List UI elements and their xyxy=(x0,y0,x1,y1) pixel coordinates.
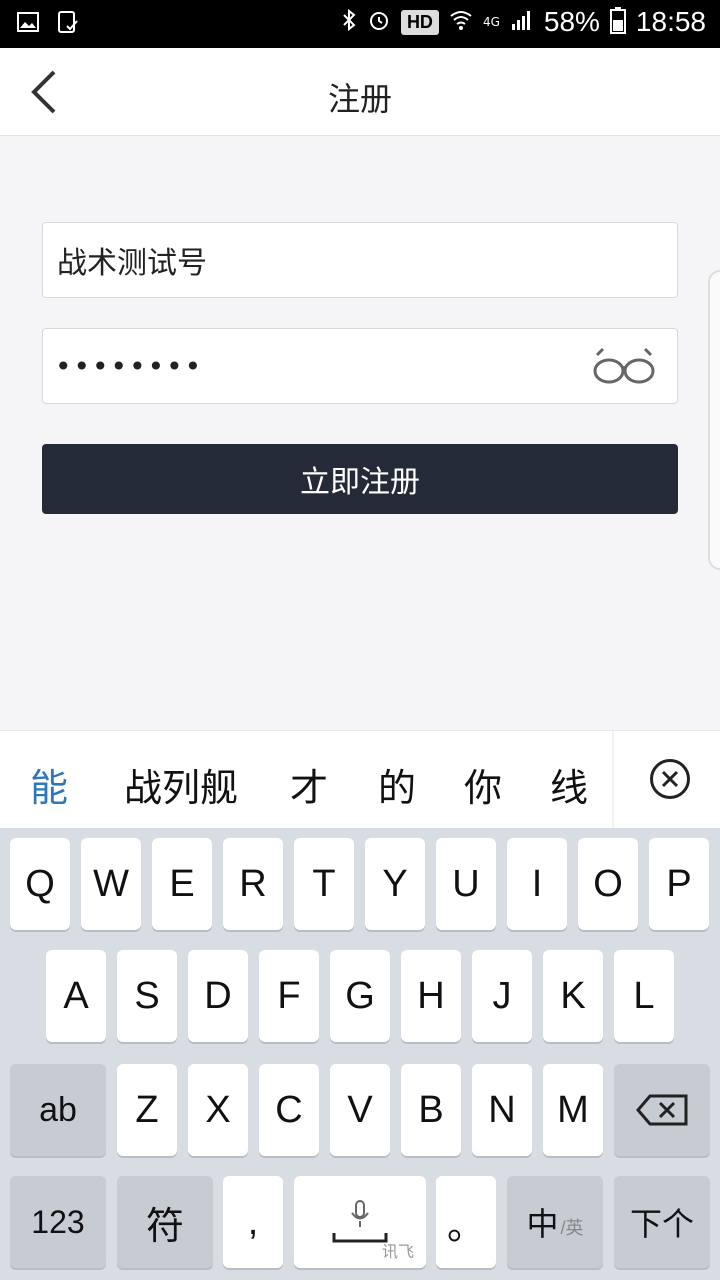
side-scroll-handle[interactable] xyxy=(708,270,720,570)
key-a[interactable]: A xyxy=(46,950,106,1042)
key-s[interactable]: S xyxy=(117,950,177,1042)
show-password-icon[interactable] xyxy=(589,343,659,389)
wifi-icon xyxy=(449,8,473,36)
candidate-item[interactable]: 线 xyxy=(550,757,610,812)
key-t[interactable]: T xyxy=(294,838,354,930)
backspace-icon xyxy=(636,1094,688,1126)
key-period[interactable]: 。 xyxy=(436,1176,496,1268)
key-comma[interactable]: , xyxy=(223,1176,283,1268)
register-button[interactable]: 立即注册 xyxy=(42,444,678,514)
key-b[interactable]: B xyxy=(401,1064,461,1156)
key-ab[interactable]: ab xyxy=(10,1064,106,1156)
lang-sub-label: /英 xyxy=(560,1218,584,1238)
key-l[interactable]: L xyxy=(614,950,674,1042)
lang-main-label: 中 xyxy=(526,1206,559,1242)
key-p[interactable]: P xyxy=(649,838,709,930)
username-input[interactable] xyxy=(55,241,575,279)
key-j[interactable]: J xyxy=(472,950,532,1042)
key-x[interactable]: X xyxy=(188,1064,248,1156)
key-123[interactable]: 123 xyxy=(10,1176,106,1268)
network-type: 4G xyxy=(482,15,500,29)
key-v[interactable]: V xyxy=(330,1064,390,1156)
gallery-icon xyxy=(16,10,40,34)
soft-keyboard: Q W E R T Y U I O P A S D F G H J K L ab… xyxy=(0,828,720,1280)
close-candidates-icon[interactable] xyxy=(650,759,690,799)
key-h[interactable]: H xyxy=(401,950,461,1042)
status-bar: HD 4G 58% 18:58 xyxy=(0,0,720,48)
bluetooth-icon xyxy=(341,8,357,36)
key-k[interactable]: K xyxy=(543,950,603,1042)
key-z[interactable]: Z xyxy=(117,1064,177,1156)
clock: 18:58 xyxy=(635,6,706,37)
alarm-icon xyxy=(367,8,391,36)
candidate-item[interactable]: 你 xyxy=(464,757,550,812)
candidate-item[interactable]: 战列舰 xyxy=(124,757,290,812)
key-n[interactable]: N xyxy=(472,1064,532,1156)
key-f[interactable]: F xyxy=(259,950,319,1042)
next-key[interactable]: 下个 xyxy=(614,1176,710,1268)
key-r[interactable]: R xyxy=(223,838,283,930)
hd-badge: HD xyxy=(400,9,439,35)
key-o[interactable]: O xyxy=(578,838,638,930)
signal-icon xyxy=(510,8,534,36)
space-bar-icon xyxy=(332,1233,388,1243)
key-g[interactable]: G xyxy=(330,950,390,1042)
candidate-item[interactable]: 才 xyxy=(290,757,378,812)
device-check-icon xyxy=(56,10,80,34)
app-header: 注册 xyxy=(0,48,720,136)
key-u[interactable]: U xyxy=(436,838,496,930)
key-y[interactable]: Y xyxy=(365,838,425,930)
candidate-divider xyxy=(612,731,614,829)
page-title: 注册 xyxy=(327,80,392,118)
key-m[interactable]: M xyxy=(543,1064,603,1156)
candidate-item[interactable]: 的 xyxy=(378,757,464,812)
key-q[interactable]: Q xyxy=(10,838,70,930)
battery-percent: 58% xyxy=(543,6,600,37)
key-w[interactable]: W xyxy=(81,838,141,930)
language-switch-key[interactable]: 中/英 xyxy=(507,1176,603,1268)
ime-candidate-bar: 能 战列舰 才 的 你 线 xyxy=(0,730,720,829)
backspace-key[interactable] xyxy=(614,1064,710,1156)
password-input[interactable]: •••••••• xyxy=(55,350,203,383)
battery-icon xyxy=(609,6,626,38)
password-field[interactable]: •••••••• xyxy=(42,328,678,404)
key-symbols[interactable]: 符 xyxy=(117,1176,213,1268)
ime-brand-label: 讯飞 xyxy=(381,1244,414,1261)
microphone-icon xyxy=(351,1200,369,1227)
candidate-item[interactable]: 能 xyxy=(30,757,124,812)
key-i[interactable]: I xyxy=(507,838,567,930)
key-d[interactable]: D xyxy=(188,950,248,1042)
space-key[interactable]: 讯飞 xyxy=(294,1176,426,1268)
key-e[interactable]: E xyxy=(152,838,212,930)
key-c[interactable]: C xyxy=(259,1064,319,1156)
username-field[interactable] xyxy=(42,222,678,298)
register-form: •••••••• 立即注册 xyxy=(42,222,678,514)
